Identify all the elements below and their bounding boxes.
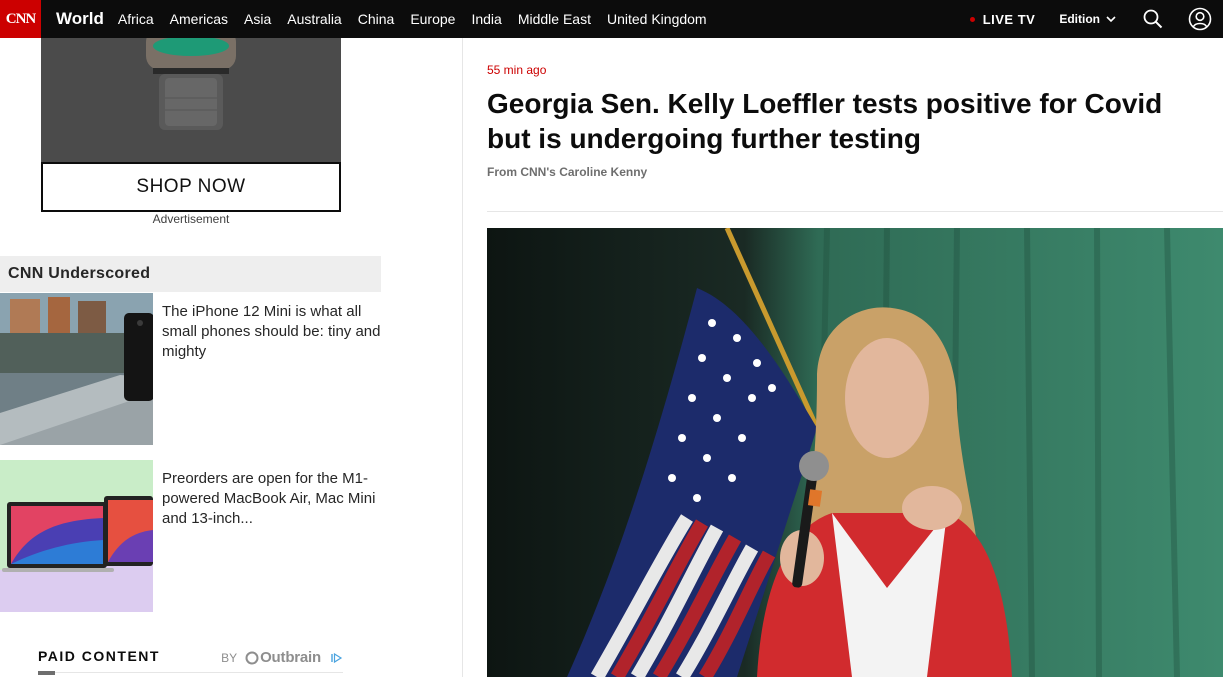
live-dot-icon bbox=[969, 16, 975, 22]
account-icon[interactable] bbox=[1188, 7, 1212, 31]
promo-title[interactable]: The iPhone 12 Mini is what all small pho… bbox=[162, 302, 382, 362]
shop-now-button[interactable]: SHOP NOW bbox=[41, 162, 341, 212]
senator-speaking-photo bbox=[487, 228, 1223, 677]
cnn-logo[interactable]: CNN bbox=[0, 0, 41, 38]
outbrain-wordmark: Outbrain bbox=[260, 649, 321, 666]
nav-link-india[interactable]: India bbox=[471, 11, 501, 27]
nav-link-africa[interactable]: Africa bbox=[118, 11, 154, 27]
promo-item-macbook[interactable]: Preorders are open for the M1-powered Ma… bbox=[0, 460, 400, 612]
promo-title[interactable]: Preorders are open for the M1-powered Ma… bbox=[162, 469, 382, 529]
chevron-down-icon bbox=[1106, 15, 1116, 22]
advertisement-image[interactable] bbox=[41, 38, 341, 162]
paid-content-label: PAID CONTENT bbox=[38, 648, 160, 664]
iphone-thumbnail-image bbox=[0, 293, 153, 445]
macbook-thumbnail-image bbox=[0, 460, 153, 612]
article-byline: From CNN's Caroline Kenny bbox=[487, 165, 648, 179]
nav-link-europe[interactable]: Europe bbox=[410, 11, 455, 27]
outbrain-attribution[interactable]: BY Outbrain bbox=[221, 649, 343, 666]
top-navigation: CNN World Africa Americas Asia Australia… bbox=[0, 0, 1223, 38]
article-photo[interactable] bbox=[487, 228, 1223, 677]
advertisement-label: Advertisement bbox=[152, 212, 230, 226]
paid-content-header: PAID CONTENT BY Outbrain bbox=[38, 646, 343, 677]
nav-link-middle-east[interactable]: Middle East bbox=[518, 11, 591, 27]
nav-right: LIVE TV Edition bbox=[969, 0, 1223, 38]
promo-thumbnail[interactable] bbox=[0, 460, 153, 612]
paid-by-label: BY bbox=[221, 650, 238, 665]
article-separator bbox=[487, 211, 1223, 212]
search-icon[interactable] bbox=[1142, 8, 1164, 30]
nav-link-asia[interactable]: Asia bbox=[244, 11, 271, 27]
post-timestamp[interactable]: 55 min ago bbox=[487, 63, 546, 77]
paid-underline-accent bbox=[38, 671, 55, 675]
article-main: 55 min ago Georgia Sen. Kelly Loeffler t… bbox=[487, 38, 1223, 677]
section-title[interactable]: World bbox=[56, 9, 104, 29]
nav-link-china[interactable]: China bbox=[358, 11, 395, 27]
live-tv-link[interactable]: LIVE TV bbox=[969, 11, 1036, 27]
outbrain-logo-icon bbox=[245, 651, 259, 664]
promo-thumbnail[interactable] bbox=[0, 293, 153, 445]
article-headline[interactable]: Georgia Sen. Kelly Loeffler tests positi… bbox=[487, 86, 1207, 156]
edition-menu[interactable]: Edition bbox=[1059, 12, 1116, 26]
nav-link-united-kingdom[interactable]: United Kingdom bbox=[607, 11, 707, 27]
logo-text: CNN bbox=[5, 10, 36, 27]
underscored-heading[interactable]: CNN Underscored bbox=[0, 256, 381, 292]
paid-underline bbox=[38, 672, 343, 673]
nav-link-americas[interactable]: Americas bbox=[170, 11, 228, 27]
live-tv-label: LIVE TV bbox=[982, 11, 1036, 27]
region-nav: Africa Americas Asia Australia China Eur… bbox=[118, 11, 723, 27]
nav-link-australia[interactable]: Australia bbox=[287, 11, 341, 27]
edition-label: Edition bbox=[1059, 12, 1100, 26]
column-divider bbox=[462, 38, 463, 677]
watch-product-image bbox=[41, 38, 341, 162]
promo-item-iphone[interactable]: The iPhone 12 Mini is what all small pho… bbox=[0, 293, 400, 445]
ad-choices-icon[interactable] bbox=[329, 651, 343, 665]
left-rail: SHOP NOW Advertisement CNN Underscored T… bbox=[0, 38, 462, 677]
